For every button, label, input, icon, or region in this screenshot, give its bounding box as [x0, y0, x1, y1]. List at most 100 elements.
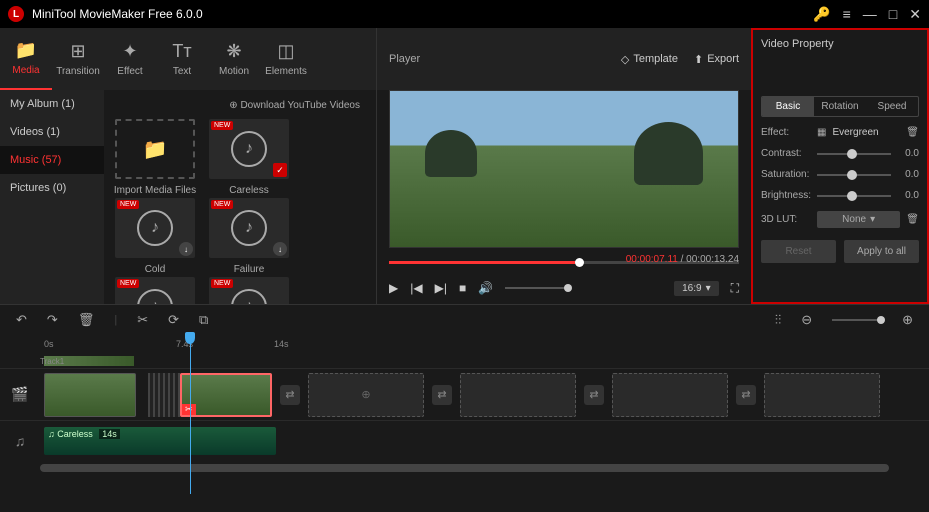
media-item-careless[interactable]: NEW ♪ ✓ Careless [206, 119, 292, 196]
transition-gap[interactable] [148, 373, 180, 417]
import-media-button[interactable]: 📁 Import Media Files [112, 119, 198, 196]
cut-button[interactable]: ✂ [137, 312, 148, 328]
saturation-slider[interactable] [817, 174, 891, 176]
contrast-slider[interactable] [817, 153, 891, 155]
ruler-mark: 14s [274, 339, 289, 349]
tab-effect[interactable]: ✦Effect [104, 28, 156, 90]
download-icon[interactable]: ↓ [179, 242, 193, 256]
media-item[interactable]: NEW ♪ [112, 277, 198, 304]
property-panel: Basic Rotation Speed Effect: ▦ Evergreen… [751, 90, 929, 304]
menu-icon[interactable]: ≡ [843, 6, 851, 22]
audio-tool-icon[interactable]: ⫶⫶ [775, 312, 782, 328]
tab-motion-icon: ❋ [226, 41, 241, 62]
lut-label: 3D LUT: [761, 214, 811, 225]
redo-button[interactable]: ↷ [47, 312, 58, 328]
lut-dropdown[interactable]: None ▾ [817, 211, 900, 228]
play-button[interactable]: ▶ [389, 281, 398, 295]
maximize-button[interactable]: □ [889, 6, 897, 22]
delete-button[interactable]: 🗑 [78, 312, 95, 328]
title-bar: L MiniTool MovieMaker Free 6.0.0 🔑 ≡ — □… [0, 0, 929, 28]
sidebar-pictures[interactable]: Pictures (0) [0, 174, 104, 202]
timeline-toolbar: ↶ ↷ 🗑 | ✂ ⟳ ⧉ ⫶⫶ ⊖ ⊕ [0, 304, 929, 334]
video-track-icon[interactable]: 🎬 [0, 386, 40, 403]
tab-text[interactable]: TтText [156, 28, 208, 90]
music-note-icon: ♪ [231, 210, 267, 246]
media-sidebar: My Album (1)Videos (1)Music (57)Pictures… [0, 90, 104, 304]
volume-slider[interactable] [505, 287, 569, 289]
zoom-in-button[interactable]: ⊕ [902, 312, 913, 328]
seek-thumb[interactable] [575, 258, 584, 267]
tab-media[interactable]: 📁Media [0, 28, 52, 90]
music-note-icon: ♪ [231, 289, 267, 304]
horizontal-scrollbar[interactable] [40, 464, 889, 472]
clip-placeholder[interactable]: ⊕ [308, 373, 424, 417]
video-clip-1[interactable] [44, 373, 136, 417]
download-youtube-button[interactable]: ⊕ Download YouTube Videos [112, 94, 368, 117]
close-button[interactable]: ✕ [909, 6, 921, 23]
prev-frame-button[interactable]: |◀ [410, 281, 422, 295]
export-button[interactable]: ⬆ Export [694, 53, 739, 66]
speed-button[interactable]: ⟳ [168, 312, 179, 328]
next-frame-button[interactable]: ▶| [435, 281, 447, 295]
brightness-value: 0.0 [897, 190, 919, 201]
media-item[interactable]: NEW ♪ [206, 277, 292, 304]
effect-preset-icon[interactable]: ▦ [817, 127, 826, 138]
prop-tab-speed[interactable]: Speed [866, 97, 918, 116]
key-icon[interactable]: 🔑 [813, 6, 830, 23]
clip-placeholder[interactable] [460, 373, 576, 417]
seek-bar[interactable]: 00:00:07.11 / 00:00:13.24 [389, 254, 739, 272]
music-note-icon: ♪ [231, 131, 267, 167]
template-button[interactable]: ◇ Template [621, 53, 678, 66]
app-title: MiniTool MovieMaker Free 6.0.0 [32, 7, 813, 21]
tab-transition[interactable]: ⊞Transition [52, 28, 104, 90]
media-item-cold[interactable]: NEW ♪ ↓ Cold [112, 198, 198, 275]
swap-button[interactable]: ⇄ [736, 385, 756, 405]
delete-lut-icon[interactable]: 🗑 [906, 214, 919, 225]
tab-elements[interactable]: ◫Elements [260, 28, 312, 90]
volume-icon[interactable]: 🔊 [478, 281, 493, 295]
download-icon[interactable]: ↓ [273, 242, 287, 256]
video-preview[interactable] [389, 90, 739, 248]
aspect-dropdown[interactable]: 16:9 ▾ [674, 281, 719, 296]
timeline-ruler[interactable]: 0s 7.4s 14s [0, 334, 929, 354]
video-track: 🎬 ✂ ⇄ ⊕ ⇄ ⇄ ⇄ [0, 368, 929, 420]
zoom-out-button[interactable]: ⊖ [801, 312, 812, 328]
sidebar-myalbum[interactable]: My Album (1) [0, 90, 104, 118]
minimize-button[interactable]: — [863, 6, 877, 22]
swap-button[interactable]: ⇄ [584, 385, 604, 405]
sidebar-videos[interactable]: Videos (1) [0, 118, 104, 146]
audio-clip-careless[interactable]: ♫ Careless 14s [44, 427, 276, 455]
player-title: Player [389, 53, 420, 65]
music-note-icon: ♪ [137, 289, 173, 304]
playhead[interactable] [190, 334, 191, 494]
swap-button[interactable]: ⇄ [432, 385, 452, 405]
stop-button[interactable]: ■ [459, 281, 466, 295]
clip-placeholder[interactable] [764, 373, 880, 417]
apply-all-button[interactable]: Apply to all [844, 240, 919, 263]
crop-button[interactable]: ⧉ [199, 312, 208, 328]
reset-button[interactable]: Reset [761, 240, 836, 263]
sidebar-music[interactable]: Music (57) [0, 146, 104, 174]
delete-effect-icon[interactable]: 🗑 [906, 127, 919, 138]
prop-tab-basic[interactable]: Basic [762, 97, 814, 116]
fullscreen-button[interactable]: ⛶ [731, 281, 739, 296]
top-tabs: 📁Media⊞Transition✦EffectTтText❋Motion◫El… [0, 28, 376, 90]
undo-button[interactable]: ↶ [16, 312, 27, 328]
media-item-failure[interactable]: NEW ♪ ↓ Failure [206, 198, 292, 275]
video-clip-2[interactable]: ✂ [180, 373, 272, 417]
saturation-label: Saturation: [761, 169, 811, 180]
clip-placeholder[interactable] [612, 373, 728, 417]
swap-button[interactable]: ⇄ [280, 385, 300, 405]
prop-tab-rotation[interactable]: Rotation [814, 97, 866, 116]
new-badge: NEW [117, 279, 139, 288]
template-icon: ◇ [621, 53, 629, 66]
brightness-slider[interactable] [817, 195, 891, 197]
effect-label: Effect: [761, 127, 811, 138]
timeline: 0s 7.4s 14s Track1 🎬 ✂ ⇄ ⊕ ⇄ ⇄ ⇄ ♫ [0, 334, 929, 472]
new-badge: NEW [211, 279, 233, 288]
audio-track-icon[interactable]: ♫ [0, 433, 40, 449]
zoom-slider[interactable] [832, 319, 882, 321]
tab-motion[interactable]: ❋Motion [208, 28, 260, 90]
tab-effect-icon: ✦ [122, 41, 137, 62]
tab-elements-icon: ◫ [277, 41, 294, 62]
